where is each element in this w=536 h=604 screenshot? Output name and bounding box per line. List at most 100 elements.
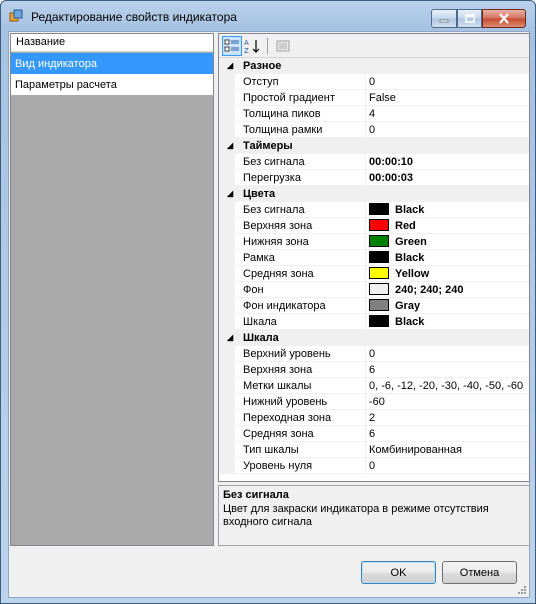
- category-misc[interactable]: ◢ Разное: [219, 58, 529, 74]
- color-swatch: [369, 251, 389, 263]
- category-timers[interactable]: ◢ Таймеры: [219, 138, 529, 154]
- property-name: Уровень нуля: [235, 458, 366, 474]
- collapse-arrow-icon[interactable]: ◢: [227, 58, 233, 74]
- property-value[interactable]: 2: [366, 410, 529, 426]
- alphabetical-button[interactable]: A Z: [243, 36, 263, 56]
- help-title: Без сигнала: [223, 489, 289, 501]
- property-value[interactable]: 0, -6, -12, -20, -30, -40, -50, -60: [366, 378, 529, 394]
- color-name: Gray: [395, 300, 421, 312]
- property-row[interactable]: Верхний уровень 0: [219, 346, 529, 362]
- section-list[interactable]: Название Вид индикатора Параметры расчет…: [10, 33, 214, 546]
- property-name: Верхняя зона: [235, 362, 366, 378]
- property-name: Средняя зона: [235, 266, 366, 282]
- property-row[interactable]: Нижний уровень -60: [219, 394, 529, 410]
- property-name: Без сигнала: [235, 202, 366, 218]
- color-name: Black: [395, 252, 425, 264]
- property-value[interactable]: False: [366, 90, 529, 106]
- property-row[interactable]: Рамка Black: [219, 250, 529, 266]
- property-help-panel: Без сигнала Цвет для закраски индикатора…: [218, 485, 530, 546]
- color-name: Red: [395, 220, 416, 232]
- property-value[interactable]: 0: [366, 346, 529, 362]
- property-row[interactable]: Средняя зона 6: [219, 426, 529, 442]
- title-bar[interactable]: Редактирование свойств индикатора: [1, 1, 535, 31]
- property-row[interactable]: Толщина пиков 4: [219, 106, 529, 122]
- toolbar-separator: [267, 38, 268, 54]
- resize-grip-icon[interactable]: [517, 585, 527, 595]
- property-row[interactable]: Без сигнала Black: [219, 202, 529, 218]
- property-row[interactable]: Переходная зона 2: [219, 410, 529, 426]
- help-description: Цвет для закраски индикатора в режиме от…: [223, 503, 489, 528]
- property-value[interactable]: 0: [366, 74, 529, 90]
- property-value[interactable]: 6: [366, 362, 529, 378]
- property-value[interactable]: Black: [366, 250, 529, 266]
- property-name: Отступ: [235, 74, 366, 90]
- property-row[interactable]: Нижняя зона Green: [219, 234, 529, 250]
- property-row[interactable]: Средняя зона Yellow: [219, 266, 529, 282]
- svg-text:A: A: [244, 39, 249, 47]
- property-value[interactable]: 00:00:03: [366, 170, 529, 186]
- color-swatch: [369, 299, 389, 311]
- property-value[interactable]: 240; 240; 240: [366, 282, 529, 298]
- property-name: Нижний уровень: [235, 394, 366, 410]
- cancel-button[interactable]: Отмена: [442, 561, 517, 584]
- property-row[interactable]: Шкала Black: [219, 314, 529, 330]
- property-name: Толщина пиков: [235, 106, 366, 122]
- color-name: Yellow: [395, 268, 430, 280]
- dialog-client-area: Название Вид индикатора Параметры расчет…: [8, 31, 530, 598]
- property-value[interactable]: -60: [366, 394, 529, 410]
- collapse-arrow-icon[interactable]: ◢: [227, 330, 233, 346]
- category-label: Шкала: [243, 332, 279, 344]
- close-button[interactable]: [482, 9, 526, 28]
- property-row[interactable]: Верхняя зона Red: [219, 218, 529, 234]
- list-item-calc-params[interactable]: Параметры расчета: [11, 74, 213, 95]
- maximize-button[interactable]: [457, 9, 482, 28]
- property-value[interactable]: Yellow: [366, 266, 529, 282]
- property-row[interactable]: Толщина рамки 0: [219, 122, 529, 138]
- property-row[interactable]: Тип шкалы Комбинированная: [219, 442, 529, 458]
- property-pages-button[interactable]: [273, 36, 293, 56]
- property-value[interactable]: Black: [366, 202, 529, 218]
- property-value[interactable]: Green: [366, 234, 529, 250]
- property-row[interactable]: Верхняя зона 6: [219, 362, 529, 378]
- property-row[interactable]: Уровень нуля 0: [219, 458, 529, 474]
- property-row[interactable]: Без сигнала 00:00:10: [219, 154, 529, 170]
- property-name: Метки шкалы: [235, 378, 366, 394]
- property-row[interactable]: Фон индикатора Gray: [219, 298, 529, 314]
- maximize-icon: [464, 14, 475, 23]
- collapse-arrow-icon[interactable]: ◢: [227, 138, 233, 154]
- close-icon: [499, 13, 509, 24]
- collapse-arrow-icon[interactable]: ◢: [227, 186, 233, 202]
- property-row[interactable]: Фон 240; 240; 240: [219, 282, 529, 298]
- property-value[interactable]: 6: [366, 426, 529, 442]
- property-name: Средняя зона: [235, 426, 366, 442]
- app-icon: [9, 9, 23, 22]
- color-name: Black: [395, 204, 425, 216]
- property-name: Фон индикатора: [235, 298, 366, 314]
- categorized-button[interactable]: [222, 36, 242, 56]
- property-value[interactable]: 0: [366, 122, 529, 138]
- list-header[interactable]: Название: [11, 34, 213, 52]
- property-value[interactable]: Gray: [366, 298, 529, 314]
- minimize-button[interactable]: [431, 9, 457, 28]
- property-row[interactable]: Отступ 0: [219, 74, 529, 90]
- property-value[interactable]: Black: [366, 314, 529, 330]
- property-row[interactable]: Метки шкалы 0, -6, -12, -20, -30, -40, -5…: [219, 378, 529, 394]
- property-value[interactable]: Комбинированная: [366, 442, 529, 458]
- property-value[interactable]: Red: [366, 218, 529, 234]
- property-row[interactable]: Простой градиент False: [219, 90, 529, 106]
- color-swatch: [369, 283, 389, 295]
- color-name: Green: [395, 236, 427, 248]
- category-scale[interactable]: ◢ Шкала: [219, 330, 529, 346]
- category-colors[interactable]: ◢ Цвета: [219, 186, 529, 202]
- property-value[interactable]: 0: [366, 458, 529, 474]
- property-grid-toolbar: A Z: [219, 34, 529, 58]
- property-value[interactable]: 4: [366, 106, 529, 122]
- ok-button[interactable]: OK: [361, 561, 436, 584]
- property-value[interactable]: 00:00:10: [366, 154, 529, 170]
- color-swatch: [369, 267, 389, 279]
- property-row[interactable]: Перегрузка 00:00:03: [219, 170, 529, 186]
- property-name: Толщина рамки: [235, 122, 366, 138]
- list-item-indicator-view[interactable]: Вид индикатора: [11, 53, 213, 74]
- property-name: Верхняя зона: [235, 218, 366, 234]
- property-name: Шкала: [235, 314, 366, 330]
